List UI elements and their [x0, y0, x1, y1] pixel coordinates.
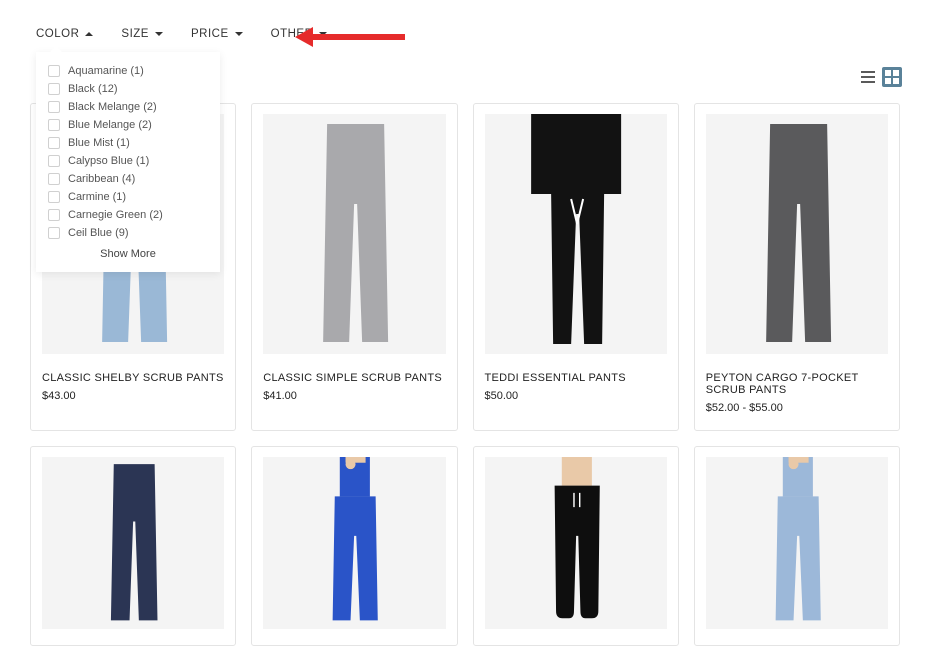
color-option-label: Aquamarine (1): [68, 65, 144, 77]
color-option[interactable]: Caribbean (4): [48, 170, 208, 188]
product-image: [706, 457, 888, 629]
product-card[interactable]: TEDDI ESSENTIAL PANTS $50.00: [473, 103, 679, 431]
checkbox[interactable]: [48, 173, 60, 185]
product-card[interactable]: CLASSIC SIMPLE SCRUB PANTS $41.00: [251, 103, 457, 431]
show-more-button[interactable]: Show More: [48, 242, 208, 262]
color-option[interactable]: Calypso Blue (1): [48, 152, 208, 170]
color-option-label: Blue Mist (1): [68, 137, 130, 149]
product-image: [42, 457, 224, 629]
color-option[interactable]: Ceil Blue (9): [48, 224, 208, 242]
product-price: $50.00: [485, 390, 667, 402]
checkbox[interactable]: [48, 155, 60, 167]
color-option[interactable]: Black Melange (2): [48, 98, 208, 116]
product-image: [263, 457, 445, 629]
color-option-label: Blue Melange (2): [68, 119, 152, 131]
checkbox[interactable]: [48, 65, 60, 77]
checkbox[interactable]: [48, 119, 60, 131]
color-option-label: Carnegie Green (2): [68, 209, 163, 221]
color-dropdown[interactable]: Aquamarine (1) Black (12) Black Melange (2…: [36, 52, 220, 272]
product-image: [263, 114, 445, 354]
checkbox[interactable]: [48, 191, 60, 203]
product-image: [485, 457, 667, 629]
color-option-label: Ceil Blue (9): [68, 227, 129, 239]
product-card[interactable]: PEYTON CARGO 7-POCKET SCRUB PANTS $52.00 …: [694, 103, 900, 431]
product-price: $52.00 - $55.00: [706, 402, 888, 414]
color-option-label: Calypso Blue (1): [68, 155, 149, 167]
product-name: PEYTON CARGO 7-POCKET SCRUB PANTS: [706, 372, 888, 396]
color-option[interactable]: Carmine (1): [48, 188, 208, 206]
checkbox[interactable]: [48, 137, 60, 149]
product-card[interactable]: [30, 446, 236, 646]
product-image: [706, 114, 888, 354]
color-option[interactable]: Blue Melange (2): [48, 116, 208, 134]
product-card[interactable]: [473, 446, 679, 646]
color-option-label: Black (12): [68, 83, 118, 95]
product-name: CLASSIC SHELBY SCRUB PANTS: [42, 372, 224, 384]
product-name: TEDDI ESSENTIAL PANTS: [485, 372, 667, 384]
color-option[interactable]: Black (12): [48, 80, 208, 98]
color-option-label: Carmine (1): [68, 191, 126, 203]
product-price: $43.00: [42, 390, 224, 402]
product-image: [485, 114, 667, 354]
checkbox[interactable]: [48, 227, 60, 239]
product-card[interactable]: [251, 446, 457, 646]
color-option-label: Black Melange (2): [68, 101, 157, 113]
color-option[interactable]: Aquamarine (1): [48, 62, 208, 80]
product-card[interactable]: [694, 446, 900, 646]
checkbox[interactable]: [48, 83, 60, 95]
product-name: CLASSIC SIMPLE SCRUB PANTS: [263, 372, 445, 384]
color-option-label: Caribbean (4): [68, 173, 135, 185]
color-option[interactable]: Carnegie Green (2): [48, 206, 208, 224]
checkbox[interactable]: [48, 101, 60, 113]
color-option[interactable]: Blue Mist (1): [48, 134, 208, 152]
product-price: $41.00: [263, 390, 445, 402]
checkbox[interactable]: [48, 209, 60, 221]
